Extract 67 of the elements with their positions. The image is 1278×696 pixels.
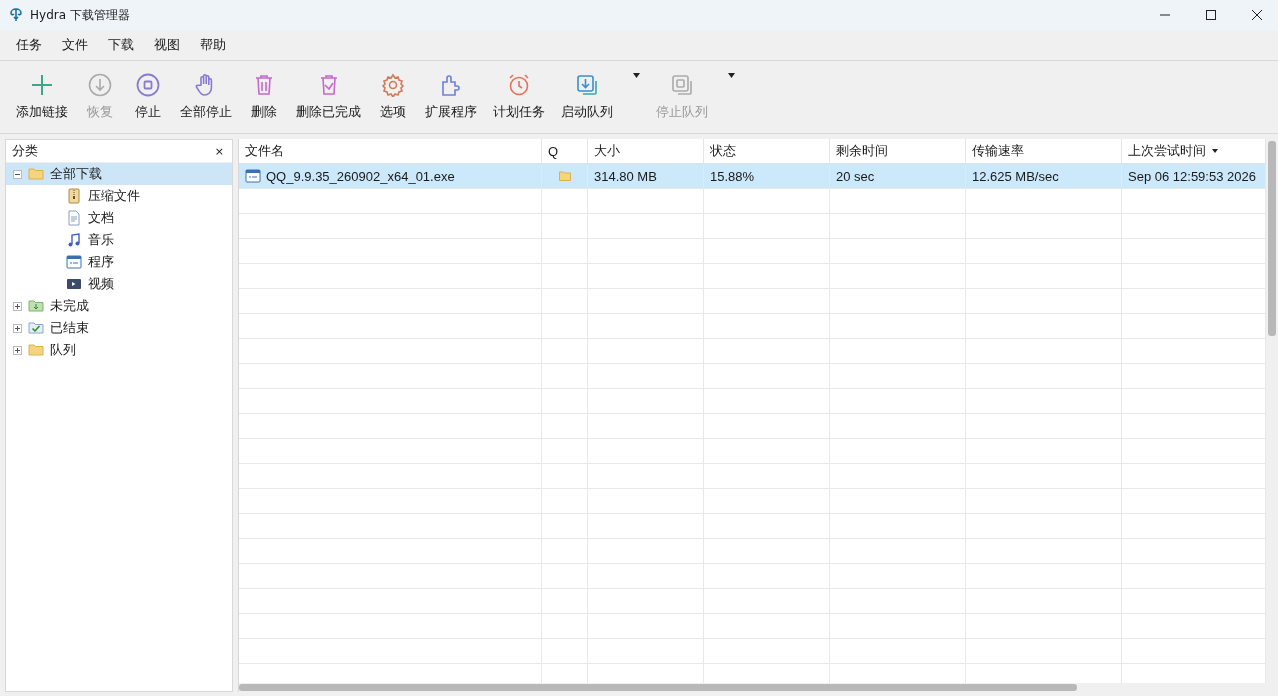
column-header[interactable]: 剩余时间 (830, 139, 966, 163)
finished-icon (28, 320, 44, 336)
vertical-scrollbar[interactable] (1266, 139, 1278, 683)
plugin-icon (439, 73, 463, 97)
program-icon (66, 254, 82, 270)
doc-icon (66, 210, 82, 226)
queue-start-icon (575, 73, 599, 97)
music-icon (66, 232, 82, 248)
download-row[interactable]: QQ_9.9.35_260902_x64_01.exe 314.80 MB 15.88% 20 sec 12.625 MB/sec Sep 06 12:59:53 2026 (239, 164, 1266, 189)
tree-item[interactable]: 程序 (6, 251, 232, 273)
stop-icon (136, 73, 160, 97)
tree-item[interactable]: 音乐 (6, 229, 232, 251)
folder-icon (28, 342, 44, 358)
table-cell: 12.625 MB/sec (972, 168, 1059, 184)
expander-icon[interactable] (13, 323, 22, 333)
tree-item[interactable]: 压缩文件 (6, 185, 232, 207)
menu-item[interactable]: 任务 (6, 36, 52, 54)
toolbar-button[interactable]: 扩展程序 (417, 61, 485, 129)
maximize-icon[interactable] (1206, 10, 1216, 20)
tree-item[interactable]: 全部下载 (6, 163, 232, 185)
table-cell: 15.88% (710, 168, 755, 184)
dropdown-caret-icon[interactable] (633, 73, 640, 78)
horizontal-scrollbar[interactable] (239, 683, 1278, 692)
toolbar-button[interactable]: 添加链接 (8, 61, 76, 129)
tree-item[interactable]: 队列 (6, 339, 232, 361)
menu-item[interactable]: 下载 (98, 36, 144, 54)
toolbar-button[interactable]: 停止 (124, 61, 172, 129)
toolbar-button[interactable]: 选项 (369, 61, 417, 129)
column-header[interactable]: 大小 (588, 139, 704, 163)
menu-item[interactable]: 文件 (52, 36, 98, 54)
toolbar-button[interactable]: 启动队列 (553, 61, 621, 129)
expander-icon[interactable] (13, 169, 22, 179)
program-icon (245, 168, 261, 184)
toolbar-button[interactable]: 删除 (240, 61, 288, 129)
menu-item[interactable]: 视图 (144, 36, 190, 54)
toolbar-button[interactable]: 计划任务 (485, 61, 553, 129)
plus-icon (30, 73, 54, 97)
app-logo-icon (8, 7, 24, 23)
queue-stop-icon (670, 73, 694, 97)
folder-icon (28, 166, 44, 182)
table-cell: 20 sec (836, 168, 875, 184)
tree-item[interactable]: 文档 (6, 207, 232, 229)
table-cell: Sep 06 12:59:53 2026 (1128, 168, 1256, 184)
resume-icon (88, 73, 112, 97)
tree-item[interactable]: 视频 (6, 273, 232, 295)
window-title: Hydra 下载管理器 (30, 6, 130, 24)
panel-title: 分类 (12, 142, 38, 160)
column-header[interactable]: 文件名 (239, 139, 542, 163)
expander-icon[interactable] (13, 301, 22, 311)
tree-item[interactable]: 未完成 (6, 295, 232, 317)
table-cell: 314.80 MB (594, 168, 657, 184)
incomplete-icon (28, 298, 44, 314)
toolbar-button[interactable]: 删除已完成 (288, 61, 369, 129)
tree-item[interactable]: 已结束 (6, 317, 232, 339)
clock-icon (507, 73, 531, 97)
expander-icon[interactable] (13, 345, 22, 355)
gear-icon (381, 73, 405, 97)
close-icon[interactable] (1252, 10, 1262, 20)
video-icon (66, 276, 82, 292)
close-button[interactable]: × (214, 144, 224, 158)
table-cell: QQ_9.9.35_260902_x64_01.exe (266, 168, 455, 184)
menu-item[interactable]: 帮助 (190, 36, 236, 54)
column-header[interactable]: 状态 (704, 139, 830, 163)
column-header[interactable]: 传输速率 (966, 139, 1122, 163)
column-header[interactable]: Q (542, 139, 588, 163)
zip-icon (66, 188, 82, 204)
toolbar-button[interactable]: 全部停止 (172, 61, 240, 129)
